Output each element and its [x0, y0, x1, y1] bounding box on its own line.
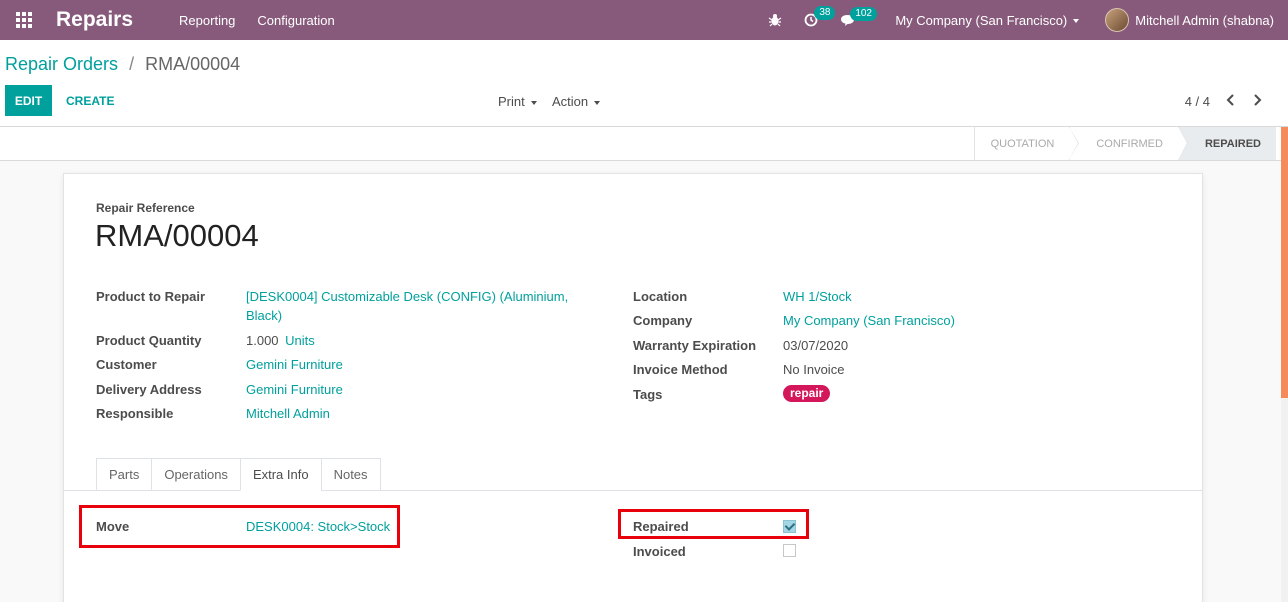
- pager-counter[interactable]: 4 / 4: [1185, 94, 1210, 109]
- notebook-tabs: Parts Operations Extra Info Notes: [96, 458, 381, 491]
- company-label: Company: [633, 313, 693, 328]
- invoice-method-value: No Invoice: [783, 362, 845, 377]
- action-dropdown-label: Action: [552, 94, 589, 109]
- stage-confirmed[interactable]: CONFIRMED: [1069, 127, 1188, 160]
- product-quantity-field: 1.000 Units: [246, 333, 315, 348]
- stage-repaired[interactable]: REPAIRED: [1177, 127, 1276, 160]
- activity-badge: 38: [814, 6, 836, 20]
- activity-clock-icon[interactable]: 38: [804, 6, 836, 27]
- tab-parts[interactable]: Parts: [96, 458, 152, 491]
- tags-field: repair: [783, 385, 831, 402]
- location-label: Location: [633, 289, 688, 304]
- stage-confirmed-label: CONFIRMED: [1096, 137, 1163, 150]
- stage-pipeline: QUOTATION CONFIRMED REPAIRED: [973, 127, 1276, 160]
- product-quantity-unit-link[interactable]: Units: [285, 333, 315, 348]
- tab-extra-info[interactable]: Extra Info: [239, 458, 321, 491]
- avatar: [1105, 8, 1130, 32]
- product-to-repair-label: Product to Repair: [96, 289, 206, 304]
- messages-chat-icon[interactable]: 102: [840, 6, 877, 27]
- delivery-address-label: Delivery Address: [96, 382, 202, 397]
- stage-quotation[interactable]: QUOTATION: [973, 127, 1080, 160]
- invoiced-checkbox[interactable]: [783, 544, 796, 557]
- breadcrumb-separator: /: [129, 54, 135, 74]
- messages-badge: 102: [850, 6, 877, 21]
- product-to-repair-link[interactable]: [DESK0004] Customizable Desk (CONFIG) (A…: [246, 289, 568, 323]
- top-navbar: Repairs Reporting Configuration 38 102 M…: [0, 0, 1288, 40]
- action-dropdown[interactable]: Action: [552, 94, 601, 109]
- scrollbar-thumb[interactable]: [1281, 127, 1288, 398]
- menu-configuration[interactable]: Configuration: [257, 13, 334, 28]
- print-dropdown[interactable]: Print: [498, 94, 537, 109]
- tab-notes[interactable]: Notes: [320, 458, 381, 491]
- invoice-method-label: Invoice Method: [633, 362, 728, 377]
- invoiced-label: Invoiced: [633, 544, 686, 559]
- product-to-repair-line-2: Black): [246, 308, 283, 323]
- warranty-expiration-label: Warranty Expiration: [633, 338, 757, 353]
- menu-reporting[interactable]: Reporting: [179, 13, 235, 28]
- move-highlight-box: [79, 505, 400, 548]
- repaired-highlight-box: [618, 509, 809, 539]
- user-name: Mitchell Admin (shabna): [1135, 12, 1274, 28]
- debug-bug-icon[interactable]: [768, 13, 782, 27]
- stage-repaired-label: REPAIRED: [1204, 137, 1261, 150]
- repair-reference-value: RMA/00004: [95, 218, 259, 253]
- breadcrumb-repair-orders[interactable]: Repair Orders: [5, 54, 118, 74]
- product-quantity-label: Product Quantity: [96, 333, 202, 348]
- chevron-down-icon: [594, 100, 601, 105]
- chevron-down-icon: [1073, 19, 1080, 24]
- product-quantity-value: 1.000: [246, 333, 279, 348]
- responsible-label: Responsible: [96, 406, 174, 421]
- company-link[interactable]: My Company (San Francisco): [783, 313, 955, 328]
- company-switcher-label: My Company (San Francisco): [895, 12, 1068, 28]
- warranty-expiration-value: 03/07/2020: [783, 338, 849, 353]
- control-panel: Repair Orders / RMA/00004 EDIT CREATE Pr…: [0, 40, 1288, 127]
- print-dropdown-label: Print: [498, 94, 525, 109]
- create-button[interactable]: CREATE: [60, 85, 120, 116]
- user-menu[interactable]: Mitchell Admin (shabna): [1105, 8, 1274, 32]
- delivery-address-link[interactable]: Gemini Furniture: [246, 382, 343, 397]
- breadcrumb: Repair Orders / RMA/00004: [5, 54, 240, 75]
- tab-operations[interactable]: Operations: [151, 458, 240, 491]
- repair-reference-label: Repair Reference: [96, 201, 195, 215]
- company-switcher[interactable]: My Company (San Francisco): [895, 12, 1080, 28]
- stage-quotation-label: QUOTATION: [990, 137, 1055, 150]
- product-to-repair-line-1: [DESK0004] Customizable Desk (CONFIG) (A…: [246, 289, 569, 304]
- apps-menu-icon[interactable]: [0, 0, 48, 40]
- customer-link[interactable]: Gemini Furniture: [246, 357, 343, 372]
- status-bar: QUOTATION CONFIRMED REPAIRED: [0, 127, 1288, 161]
- responsible-link[interactable]: Mitchell Admin: [246, 406, 330, 421]
- pager-previous-icon[interactable]: [1220, 90, 1240, 110]
- chevron-down-icon: [530, 100, 537, 105]
- breadcrumb-current: RMA/00004: [145, 54, 241, 74]
- edit-button[interactable]: EDIT: [5, 85, 52, 116]
- pager-next-icon[interactable]: [1247, 90, 1267, 110]
- tags-label: Tags: [633, 387, 663, 402]
- tag-badge[interactable]: repair: [783, 385, 831, 402]
- location-link[interactable]: WH 1/Stock: [783, 289, 852, 304]
- app-title: Repairs: [56, 8, 134, 31]
- customer-label: Customer: [96, 357, 157, 372]
